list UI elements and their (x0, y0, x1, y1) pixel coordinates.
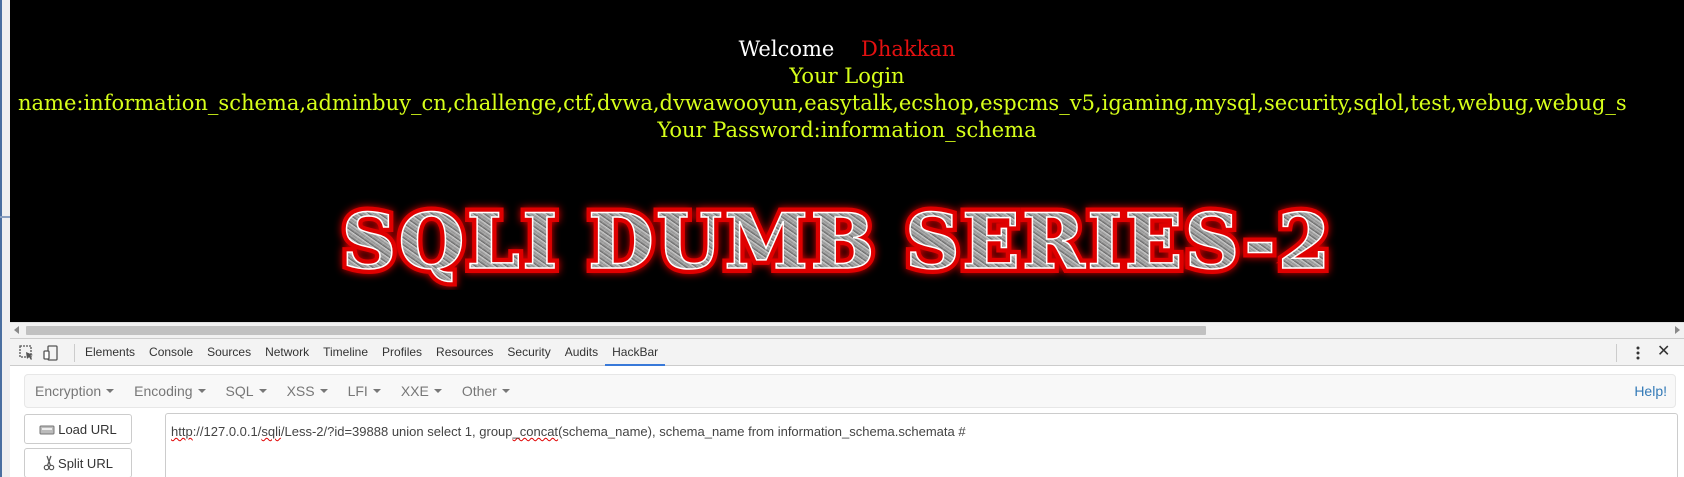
menu-encryption-label: Encryption (35, 383, 102, 399)
menu-lfi[interactable]: LFI (338, 383, 391, 399)
caret-down-icon (319, 389, 328, 393)
menu-encoding[interactable]: Encoding (124, 383, 215, 399)
welcome-label: Welcome (738, 37, 835, 61)
banner-logo: SQLI DUMB SERIES-2 SQLI DUMB SERIES-2 (336, 192, 1335, 290)
menu-xss-label: XSS (286, 383, 315, 399)
svg-text:SQLI DUMB SERIES-2: SQLI DUMB SERIES-2 (341, 197, 1332, 286)
devtools-tabs: Elements Console Sources Network Timelin… (78, 339, 666, 367)
url-part-host: ://127.0.0.1/ (192, 424, 262, 439)
url-part-concat: _concat (512, 424, 559, 439)
url-part-path: sqli (261, 424, 281, 439)
toolbar-separator (74, 344, 75, 362)
menu-encryption[interactable]: Encryption (25, 383, 124, 399)
caret-down-icon (106, 389, 115, 393)
password-line: Your Password:information_schema (657, 118, 1037, 142)
scissors-icon (43, 455, 55, 471)
menu-sql[interactable]: SQL (216, 383, 277, 399)
url-part-scheme: http (171, 424, 193, 439)
tab-network[interactable]: Network (258, 339, 316, 366)
split-url-label: Split URL (58, 455, 113, 471)
window-edge-line (0, 0, 2, 477)
tab-resources[interactable]: Resources (429, 339, 500, 366)
toolbar-separator-right (1616, 344, 1617, 362)
caret-down-icon (433, 389, 442, 393)
url-part-rest: (schema_name), schema_name from informat… (558, 424, 966, 439)
scroll-left-icon[interactable] (14, 326, 19, 334)
menu-xxe-label: XXE (400, 383, 429, 399)
url-part-query: /Less-2/?id=39888 union select 1, group (280, 424, 513, 439)
inspect-icon[interactable] (18, 344, 36, 362)
tab-sources[interactable]: Sources (200, 339, 258, 366)
devtools-tabbar: Elements Console Sources Network Timelin… (10, 338, 1684, 366)
scroll-thumb[interactable] (26, 326, 1206, 335)
tab-hackbar[interactable]: HackBar (605, 339, 666, 366)
window-edge (0, 0, 10, 477)
scroll-right-icon[interactable] (1675, 326, 1680, 334)
caret-down-icon (197, 389, 206, 393)
split-url-button[interactable]: Split URL (24, 448, 132, 477)
load-url-label: Load URL (58, 421, 117, 437)
tab-audits[interactable]: Audits (558, 339, 605, 366)
menu-encoding-label: Encoding (134, 383, 193, 399)
more-vertical-icon[interactable] (1635, 344, 1641, 362)
caret-down-icon (501, 389, 510, 393)
load-url-icon (39, 425, 55, 435)
load-url-button[interactable]: Load URL (24, 414, 132, 444)
window-edge-tick (0, 216, 10, 218)
tab-security[interactable]: Security (500, 339, 557, 366)
url-textarea[interactable]: http://127.0.0.1/sqli/Less-2/?id=39888 u… (165, 413, 1678, 477)
page-viewport: Welcome Dhakkan Your Login name:informat… (10, 0, 1684, 322)
menu-other-label: Other (461, 383, 497, 399)
welcome-user: Dhakkan (861, 37, 956, 61)
tab-console[interactable]: Console (142, 339, 200, 366)
menu-sql-label: SQL (225, 383, 254, 399)
menu-xss[interactable]: XSS (277, 383, 338, 399)
help-link[interactable]: Help! (1634, 383, 1667, 399)
hackbar-menu: Encryption Encoding SQL XSS LFI XXE Othe… (24, 374, 1676, 408)
horizontal-scrollbar[interactable] (10, 322, 1684, 338)
menu-lfi-label: LFI (347, 383, 368, 399)
login-label: Your Login (789, 64, 905, 88)
menu-xxe[interactable]: XXE (391, 383, 452, 399)
welcome-row: Welcome Dhakkan (10, 36, 1684, 62)
devtools-panel: Elements Console Sources Network Timelin… (10, 338, 1684, 477)
caret-down-icon (372, 389, 381, 393)
caret-down-icon (258, 389, 267, 393)
tab-timeline[interactable]: Timeline (316, 339, 375, 366)
tab-profiles[interactable]: Profiles (375, 339, 429, 366)
tab-elements[interactable]: Elements (78, 339, 142, 366)
menu-other[interactable]: Other (452, 383, 520, 399)
close-icon[interactable]: ✕ (1657, 343, 1670, 361)
device-mode-icon[interactable] (42, 344, 60, 362)
login-name: name:information_schema,adminbuy_cn,chal… (18, 91, 1627, 115)
